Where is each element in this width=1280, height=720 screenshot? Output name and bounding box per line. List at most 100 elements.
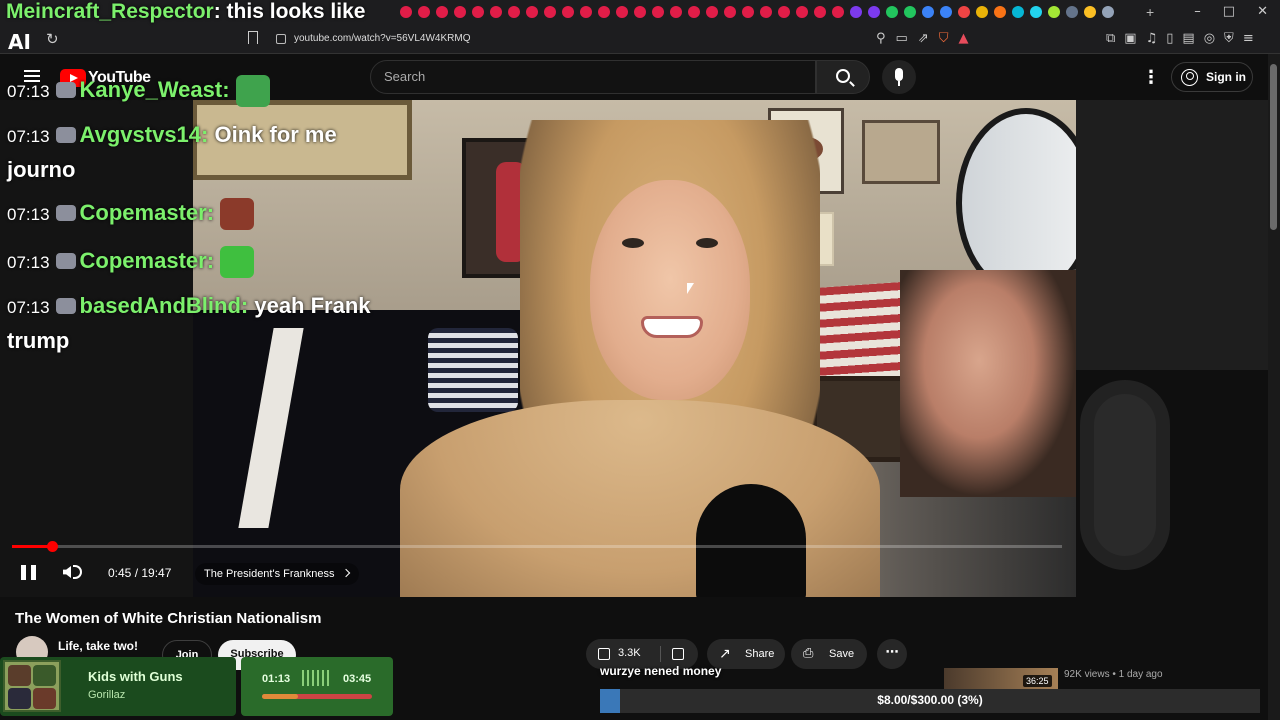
tab-favicon-icon[interactable]: [868, 6, 880, 18]
tab-favicon-icon[interactable]: [1012, 6, 1024, 18]
maximize-icon[interactable]: □: [1223, 4, 1235, 19]
tab-icon[interactable]: ▣: [1124, 31, 1136, 46]
tab-favicon-icon[interactable]: [400, 6, 412, 18]
tab-favicon-icon[interactable]: [670, 6, 682, 18]
tab-favicon-icon[interactable]: [922, 6, 934, 18]
tab-favicon-icon[interactable]: [706, 6, 718, 18]
tab-favicon-icon[interactable]: [598, 6, 610, 18]
vpn-icon[interactable]: ◎: [1204, 31, 1215, 46]
settings-kebab-icon[interactable]: ⋮: [1142, 67, 1160, 88]
tab-favicon-icon[interactable]: [904, 6, 916, 18]
speaker-face: [590, 180, 750, 400]
tab-favicon-icon[interactable]: [1030, 6, 1042, 18]
tab-favicon-icon[interactable]: [580, 6, 592, 18]
tab-favicon-icon[interactable]: [1102, 6, 1114, 18]
tab-favicon-icon[interactable]: [616, 6, 628, 18]
brave-shield-icon[interactable]: ⛉: [939, 31, 949, 46]
tab-favicon-icon[interactable]: [472, 6, 484, 18]
equalizer-icon: [302, 670, 332, 686]
wallet-icon[interactable]: ▤: [1182, 31, 1194, 46]
chat-badge-icon: [55, 298, 76, 314]
zoom-icon[interactable]: ⚲: [876, 31, 886, 46]
voice-search-icon[interactable]: [882, 60, 916, 94]
recommended-duration: 36:25: [1023, 675, 1052, 687]
site-info-icon[interactable]: [276, 34, 286, 44]
tab-favicon-icon[interactable]: [436, 6, 448, 18]
headphones: [1080, 380, 1170, 570]
progress-scrubber[interactable]: [47, 541, 58, 552]
tab-favicon-icon[interactable]: [634, 6, 646, 18]
tab-favicon-icon[interactable]: [1084, 6, 1096, 18]
shield-icon[interactable]: ⛨: [1224, 31, 1234, 46]
save-button[interactable]: ⎙ Save: [791, 639, 867, 669]
url-field[interactable]: youtube.com/watch?v=56VL4W4KRMQ: [294, 33, 470, 44]
tab-favicon-icon[interactable]: [886, 6, 898, 18]
close-icon[interactable]: ✕: [1257, 4, 1268, 19]
chat-username: Copemaster:: [79, 200, 215, 225]
dislike-icon[interactable]: [672, 648, 684, 660]
chat-username: Avgvstvs14:: [79, 122, 209, 147]
tab-favicon-icon[interactable]: [544, 6, 556, 18]
tab-favicon-icon[interactable]: [652, 6, 664, 18]
search-button[interactable]: [816, 60, 870, 94]
song-elapsed: 01:13: [262, 673, 291, 685]
tab-favicon-icon[interactable]: [454, 6, 466, 18]
new-tab-icon[interactable]: +: [1146, 4, 1154, 20]
sidebar-icon[interactable]: ▯: [1166, 31, 1173, 46]
screen-icon[interactable]: ▭: [896, 31, 908, 46]
tab-favicon-icon[interactable]: [742, 6, 754, 18]
pause-icon[interactable]: [21, 565, 36, 580]
tab-strip[interactable]: [400, 6, 1160, 20]
channel-name[interactable]: Life, take two!: [58, 639, 138, 653]
tab-favicon-icon[interactable]: [832, 6, 844, 18]
speaker-sweater: [400, 400, 880, 597]
tab-favicon-icon[interactable]: [688, 6, 700, 18]
tab-favicon-icon[interactable]: [508, 6, 520, 18]
music-icon[interactable]: ♫: [1146, 31, 1158, 46]
tab-favicon-icon[interactable]: [1066, 6, 1078, 18]
tab-favicon-icon[interactable]: [1048, 6, 1060, 18]
chat-emote-icon: [220, 246, 255, 279]
browser-logo-icon[interactable]: AI: [8, 30, 31, 54]
striped-pillow: [428, 328, 518, 412]
top-chat-user: Meincraft_Respector: [6, 0, 214, 23]
speaker-eye: [622, 238, 644, 248]
sign-in-button[interactable]: Sign in: [1171, 62, 1253, 92]
menu-icon[interactable]: ≡: [1243, 31, 1254, 46]
tab-favicon-icon[interactable]: [994, 6, 1006, 18]
tab-favicon-icon[interactable]: [850, 6, 862, 18]
progress-fill: [12, 545, 52, 548]
search-input[interactable]: Search: [370, 60, 816, 94]
tab-favicon-icon[interactable]: [796, 6, 808, 18]
speaker-eye: [696, 238, 718, 248]
chat-time: 07:13: [7, 298, 50, 317]
scrollbar-thumb[interactable]: [1270, 64, 1277, 230]
extensions-icon[interactable]: ⧉: [1106, 31, 1115, 46]
more-actions-icon[interactable]: ⋯: [877, 639, 907, 669]
address-bar-row: [0, 26, 1280, 54]
tab-favicon-icon[interactable]: [976, 6, 988, 18]
tab-favicon-icon[interactable]: [814, 6, 826, 18]
tab-favicon-icon[interactable]: [562, 6, 574, 18]
chat-message: 07:13 basedAndBlind: yeah Frank trump: [7, 289, 387, 357]
like-icon[interactable]: [598, 648, 610, 660]
minimize-icon[interactable]: –: [1194, 4, 1201, 19]
extension-toolbar: ⧉ ▣ ♫ ▯ ▤ ◎ ⛨ ≡: [1106, 31, 1254, 46]
tab-favicon-icon[interactable]: [958, 6, 970, 18]
tab-favicon-icon[interactable]: [490, 6, 502, 18]
like-count[interactable]: 3.3K: [618, 647, 641, 659]
share-page-icon[interactable]: ⇗: [918, 31, 929, 46]
donation-goal-text: $8.00/$300.00 (3%): [877, 693, 983, 707]
progress-bar[interactable]: [12, 545, 1062, 548]
tab-favicon-icon[interactable]: [940, 6, 952, 18]
tab-favicon-icon[interactable]: [724, 6, 736, 18]
chapter-button[interactable]: The President's Frankness: [195, 563, 359, 585]
tab-favicon-icon[interactable]: [778, 6, 790, 18]
reload-icon[interactable]: ↻: [46, 30, 59, 48]
tab-favicon-icon[interactable]: [760, 6, 772, 18]
tab-favicon-icon[interactable]: [418, 6, 430, 18]
rewards-icon[interactable]: ▲: [959, 31, 969, 46]
chat-badge-icon: [55, 253, 76, 269]
bookmark-icon[interactable]: [248, 31, 258, 44]
tab-favicon-icon[interactable]: [526, 6, 538, 18]
